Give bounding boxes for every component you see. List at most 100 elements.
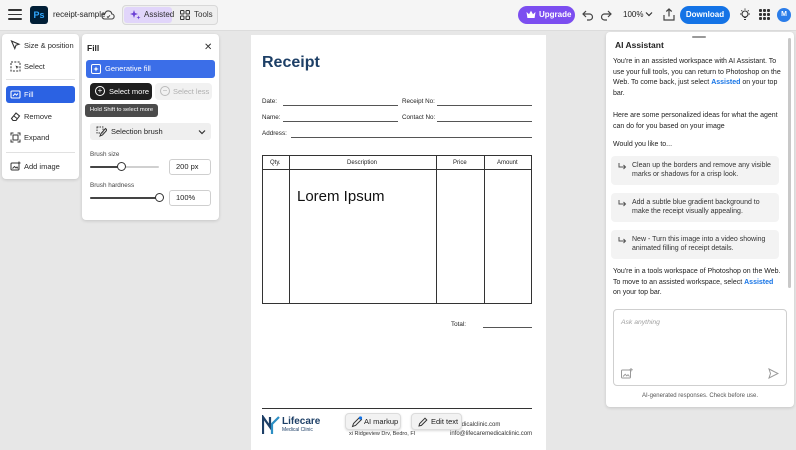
chevron-down-icon (198, 130, 206, 135)
upgrade-button[interactable]: Upgrade (518, 6, 575, 24)
table-column-divider (484, 156, 485, 303)
lightbulb-icon[interactable] (739, 8, 751, 22)
send-icon[interactable] (768, 368, 779, 379)
tool-add-image-label: Add image (24, 162, 60, 171)
photoshop-logo: Ps (30, 6, 48, 24)
assisted-link[interactable]: Assisted (744, 279, 773, 286)
assistant-scrollbar[interactable] (788, 38, 791, 288)
receipt-title: Receipt (262, 54, 320, 71)
generative-fill-button[interactable]: Generative fill (86, 60, 215, 78)
attach-image-icon[interactable] (621, 368, 633, 379)
download-button[interactable]: Download (680, 6, 730, 24)
tool-remove-label: Remove (24, 112, 52, 121)
ai-assistant-title: AI Assistant (615, 40, 664, 50)
cursor-arrow-icon (10, 40, 21, 50)
redo-icon[interactable] (600, 9, 612, 21)
selection-marquee-icon (10, 61, 21, 72)
cloud-sync-icon (101, 9, 115, 22)
assistant-ideas-message: Here are some personalized ideas for wha… (613, 112, 778, 130)
brush-hardness-fill (90, 197, 159, 199)
tool-fill-label: Fill (24, 90, 34, 99)
select-more-button[interactable]: + Select more (90, 83, 152, 100)
fill-icon (10, 90, 21, 99)
lorem-ipsum-text[interactable]: Lorem Ipsum (297, 188, 385, 205)
assistant-prompt-question: Would you like to... (613, 141, 673, 148)
assisted-mode-label: Assisted (144, 10, 175, 19)
tools-mode-label: Tools (194, 10, 213, 19)
panel-drag-handle[interactable] (692, 36, 706, 38)
assisted-mode-button[interactable]: Assisted (124, 7, 175, 23)
canvas-document[interactable]: Receipt Date: Receipt No: Name: Contact … (251, 35, 546, 450)
chevron-down-icon[interactable] (645, 10, 653, 18)
select-less-button[interactable]: − Select less (155, 83, 212, 100)
edit-text-button[interactable]: Edit text (411, 413, 462, 430)
crown-icon (526, 10, 536, 18)
total-line (483, 327, 532, 328)
minus-circle-icon: − (160, 86, 170, 96)
brush-size-input[interactable]: 200 px (169, 159, 211, 175)
reply-arrow-icon (618, 200, 627, 207)
hamburger-menu-icon[interactable] (8, 9, 22, 21)
clinic-email: info@lifecaremedicalclinic.com (450, 431, 533, 437)
assistant-intro-message: You're in an assisted workspace with AI … (613, 57, 783, 100)
undo-icon[interactable] (582, 9, 594, 21)
tools-mode-button[interactable]: Tools (174, 7, 217, 23)
name-line (283, 121, 398, 122)
receipt-no-label: Receipt No: (402, 98, 435, 105)
user-avatar[interactable]: M (777, 8, 791, 22)
clinic-brand-subtitle: Medical Clinic (282, 427, 313, 433)
tool-size-position[interactable]: Size & position (6, 37, 75, 54)
suggestion-text: Clean up the borders and remove any visi… (632, 162, 771, 179)
receipt-table: Qty. Description Price Amount (262, 155, 532, 304)
brush-hardness-slider-thumb[interactable] (154, 193, 164, 202)
assisted-link[interactable]: Assisted (711, 79, 740, 86)
tools-grid-icon (180, 10, 190, 20)
brush-hardness-label: Brush hardness (90, 182, 135, 189)
apps-grid-icon[interactable] (759, 9, 770, 20)
table-column-divider (436, 156, 437, 303)
generative-fill-label: Generative fill (105, 64, 151, 73)
upgrade-label: Upgrade (539, 10, 572, 19)
tool-expand-label: Expand (24, 133, 50, 142)
suggestion-item[interactable]: New - Turn this image into a video showi… (611, 230, 779, 259)
select-more-label: Select more (109, 87, 150, 96)
generative-fill-icon (91, 64, 101, 74)
suggestion-item[interactable]: Add a subtle blue gradient background to… (611, 193, 779, 222)
tools-panel: Size & position Select Fill Remove Expan… (2, 34, 79, 179)
expand-icon (10, 132, 21, 143)
sparkle-icon (130, 10, 141, 20)
selection-brush-dropdown[interactable]: Selection brush (90, 123, 211, 140)
share-icon[interactable] (663, 8, 675, 21)
assistant-tools-suffix: on your top bar. (613, 289, 662, 297)
brush-size-slider-thumb[interactable] (116, 162, 126, 171)
reply-arrow-icon (618, 237, 627, 244)
ask-input-placeholder: Ask anything (621, 319, 660, 326)
ai-markup-button[interactable]: AI markup (345, 413, 401, 430)
fill-panel-title: Fill (87, 43, 100, 53)
tool-fill[interactable]: Fill (6, 86, 75, 103)
select-more-tooltip: Hold Shift to select more (85, 104, 158, 117)
clinic-brand-name: Lifecare (282, 416, 321, 427)
brush-hardness-input[interactable]: 100% (169, 190, 211, 206)
contact-no-label: Contact No: (402, 114, 436, 121)
document-filename[interactable]: receipt-sample (53, 10, 105, 19)
tool-expand[interactable]: Expand (6, 129, 75, 146)
suggestion-text: Add a subtle blue gradient background to… (632, 199, 760, 216)
tools-divider (6, 152, 75, 153)
tool-select[interactable]: Select (6, 58, 75, 75)
column-header-qty: Qty. (270, 160, 281, 166)
ask-anything-input[interactable]: Ask anything (613, 309, 787, 386)
address-line (291, 137, 532, 138)
select-less-label: Select less (173, 87, 210, 96)
suggestion-item[interactable]: Clean up the borders and remove any visi… (611, 156, 779, 185)
close-icon[interactable]: ✕ (204, 42, 212, 53)
top-bar: Ps receipt-sample Assisted Tools Upgrade… (0, 0, 796, 31)
table-column-divider (289, 156, 290, 303)
tool-add-image[interactable]: Add image (6, 158, 75, 175)
zoom-level[interactable]: 100% (623, 10, 643, 19)
column-header-price: Price (453, 160, 467, 166)
edit-text-label: Edit text (431, 417, 459, 426)
tool-remove[interactable]: Remove (6, 108, 75, 125)
clinic-address: xi Ridgeview Drv, Bedro, FI (349, 431, 416, 437)
pencil-icon (418, 417, 428, 427)
